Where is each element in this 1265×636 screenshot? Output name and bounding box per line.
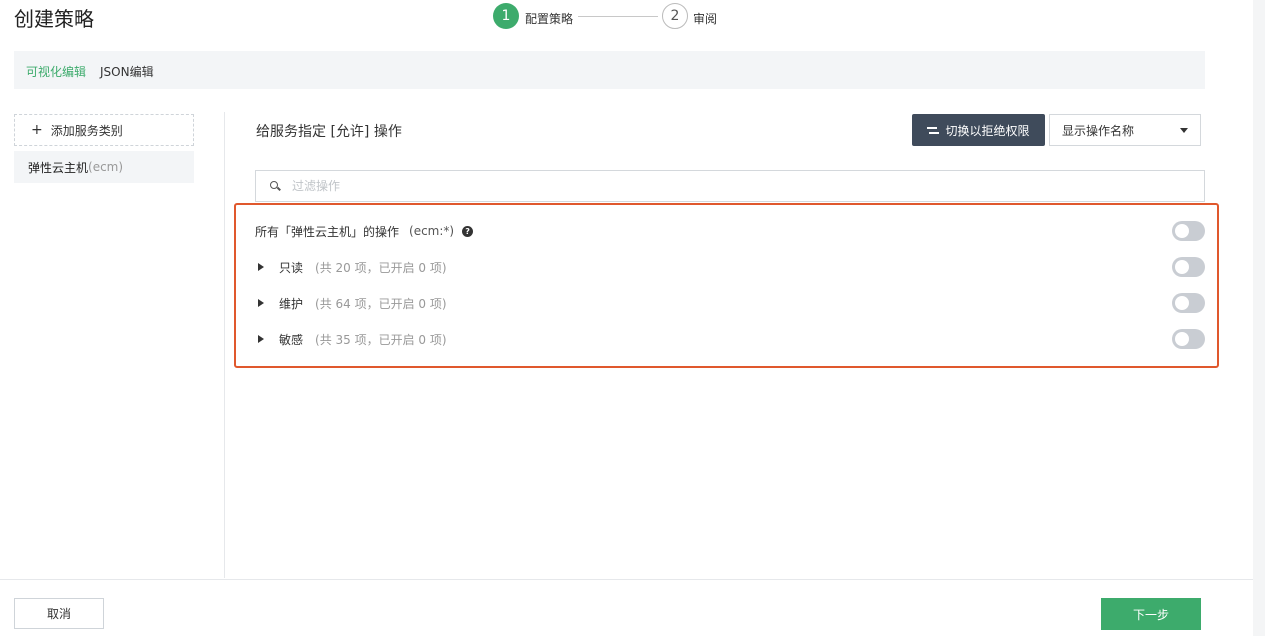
add-service-category-button[interactable]: + 添加服务类别 bbox=[14, 114, 194, 146]
page-title: 创建策略 bbox=[14, 7, 94, 31]
all-actions-toggle[interactable] bbox=[1172, 221, 1205, 241]
panel-divider bbox=[224, 112, 225, 578]
cancel-button[interactable]: 取消 bbox=[14, 598, 104, 629]
group-label: 只读 bbox=[279, 260, 304, 275]
group-label: 维护 bbox=[279, 296, 304, 311]
group-toggle-readonly[interactable] bbox=[1172, 257, 1205, 277]
group-toggle-sensitive[interactable] bbox=[1172, 329, 1205, 349]
group-label: 敏感 bbox=[279, 332, 304, 347]
stepper-connector bbox=[578, 16, 658, 17]
search-icon bbox=[270, 181, 280, 191]
expand-arrow-icon[interactable] bbox=[258, 335, 264, 343]
group-toggle-maintain[interactable] bbox=[1172, 293, 1205, 313]
footer-divider bbox=[0, 579, 1253, 580]
section-title: 给服务指定 [允许] 操作 bbox=[256, 124, 402, 140]
caret-down-icon bbox=[1180, 127, 1188, 133]
next-step-button[interactable]: 下一步 bbox=[1101, 598, 1201, 630]
step-1-indicator: 1 bbox=[493, 3, 519, 29]
swap-icon bbox=[927, 126, 940, 134]
expand-arrow-icon[interactable] bbox=[258, 299, 264, 307]
tab-json-editor[interactable]: JSON编辑 bbox=[100, 63, 154, 80]
expand-arrow-icon[interactable] bbox=[258, 263, 264, 271]
step-2-indicator: 2 bbox=[662, 3, 688, 29]
filter-actions-input[interactable] bbox=[290, 178, 1174, 194]
action-group-row: 敏感 (共 35 项，已开启 0 项) bbox=[255, 329, 1205, 349]
sidebar-item-ecm[interactable]: 弹性云主机 (ecm) bbox=[14, 151, 194, 183]
service-name: 弹性云主机 bbox=[28, 160, 89, 175]
help-icon[interactable]: ? bbox=[462, 225, 474, 237]
plus-icon: + bbox=[31, 122, 43, 138]
add-service-category-label: 添加服务类别 bbox=[50, 123, 123, 138]
display-mode-value: 显示操作名称 bbox=[1062, 123, 1135, 138]
step-1-label: 配置策略 bbox=[525, 12, 574, 26]
all-actions-row: 所有「弹性云主机」的操作 (ecm:*) ? bbox=[255, 221, 1205, 241]
group-count: (共 20 项，已开启 0 项) bbox=[315, 260, 447, 275]
all-actions-label: 所有「弹性云主机」的操作 bbox=[255, 224, 400, 239]
filter-box bbox=[255, 170, 1205, 202]
display-mode-select[interactable]: 显示操作名称 bbox=[1049, 114, 1201, 146]
switch-to-deny-button[interactable]: 切换以拒绝权限 bbox=[912, 114, 1045, 146]
tab-visual-editor[interactable]: 可视化编辑 bbox=[26, 63, 86, 80]
step-2-label: 审阅 bbox=[693, 12, 718, 26]
action-group-row: 维护 (共 64 项，已开启 0 项) bbox=[255, 293, 1205, 313]
scrollbar[interactable] bbox=[1253, 0, 1265, 636]
service-code: (ecm) bbox=[88, 160, 124, 174]
group-count: (共 35 项，已开启 0 项) bbox=[315, 332, 447, 347]
action-group-row: 只读 (共 20 项，已开启 0 项) bbox=[255, 257, 1205, 277]
editor-mode-bar bbox=[14, 51, 1205, 89]
group-count: (共 64 项，已开启 0 项) bbox=[315, 296, 447, 311]
switch-to-deny-label: 切换以拒绝权限 bbox=[945, 123, 1030, 138]
all-actions-code: (ecm:*) bbox=[409, 224, 455, 238]
